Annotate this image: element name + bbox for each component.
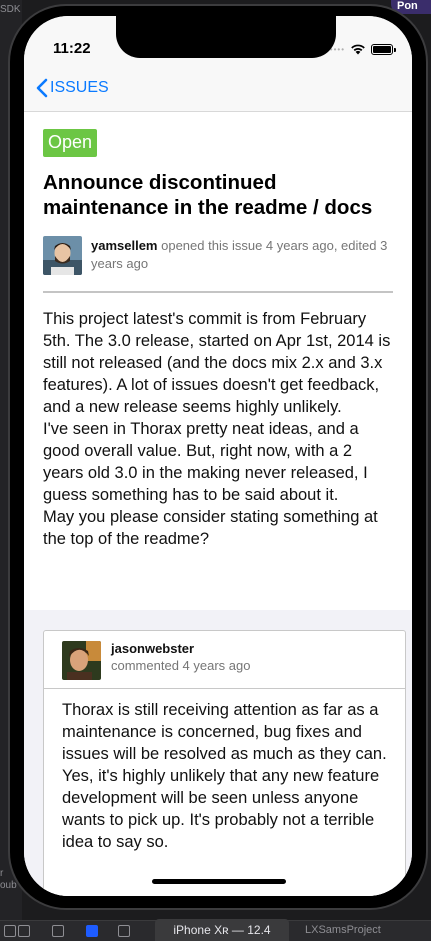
comment-card: jasonwebster commented 4 years ago Thora…	[43, 630, 406, 896]
status-icons: ••••	[330, 43, 396, 55]
commenter-avatar-image	[62, 641, 101, 680]
issue-state-badge: Open	[43, 129, 98, 157]
comment-time: commented 4 years ago	[111, 658, 251, 673]
author-avatar-image	[43, 236, 82, 275]
battery-icon	[371, 43, 396, 55]
author-avatar[interactable]	[43, 236, 82, 275]
issue-title: Announce discontinued maintenance in the…	[43, 171, 373, 219]
home-indicator[interactable]	[152, 879, 286, 884]
status-time: 11:22	[53, 40, 91, 57]
issue-body: This project latest's commit is from Feb…	[43, 310, 391, 548]
wifi-icon	[351, 44, 365, 55]
navigation-bar: ISSUES	[24, 64, 412, 112]
chevron-left-icon	[36, 78, 48, 98]
ide-control-icon[interactable]	[86, 925, 98, 937]
comment-author-block: jasonwebster commented 4 years ago	[111, 641, 250, 688]
ide-control-icon[interactable]	[118, 925, 130, 937]
ide-bottom-bar: iPhone Xʀ — 12.4 LXSamsProject	[0, 919, 431, 941]
comment-body: Thorax is still receiving attention as f…	[62, 701, 387, 851]
commenter-avatar[interactable]	[62, 641, 101, 680]
project-label[interactable]: LXSamsProject	[305, 924, 381, 936]
ide-control-icon[interactable]	[4, 925, 16, 937]
device-tab[interactable]: iPhone Xʀ — 12.4	[155, 919, 289, 941]
ide-control-icon[interactable]	[52, 925, 64, 937]
issue-scroll-view[interactable]: Open Announce discontinued maintenance i…	[24, 113, 412, 896]
header-divider	[43, 291, 393, 293]
device-notch	[116, 16, 336, 58]
issue-meta-text: yamsellem opened this issue 4 years ago,…	[91, 236, 393, 275]
issue-header: Open Announce discontinued maintenance i…	[24, 113, 412, 550]
comment-author[interactable]: jasonwebster	[111, 641, 250, 657]
issue-meta: yamsellem opened this issue 4 years ago,…	[43, 236, 393, 275]
ide-control-icon[interactable]	[18, 925, 30, 937]
device-screen: 11:22 •••• ISSUES Open Announce disconti…	[24, 16, 412, 896]
author-name[interactable]: yamsellem	[91, 238, 158, 253]
ide-sidebar-label: SDK	[0, 4, 21, 15]
back-button[interactable]: ISSUES	[36, 78, 109, 98]
comment-header: jasonwebster commented 4 years ago	[44, 631, 405, 689]
comments-section: jasonwebster commented 4 years ago Thora…	[24, 610, 412, 896]
device-frame: 11:22 •••• ISSUES Open Announce disconti…	[8, 4, 428, 910]
back-button-label: ISSUES	[50, 79, 109, 96]
